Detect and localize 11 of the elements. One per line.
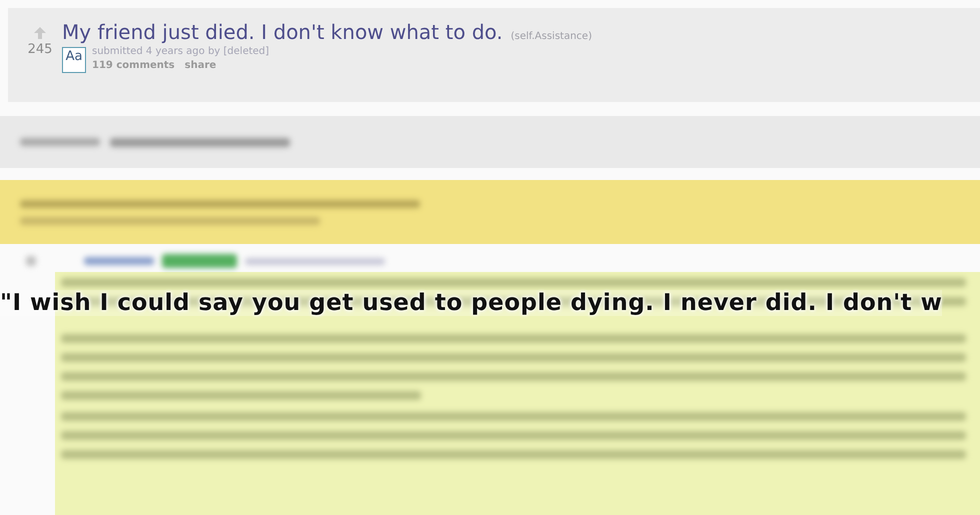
post-link[interactable]: share	[184, 60, 216, 71]
self-post-thumbnail[interactable]: Aa	[62, 47, 86, 73]
post-domain[interactable]: (self.Assistance)	[510, 31, 592, 42]
blurred-username	[84, 257, 154, 265]
caption-text: "I wish I could say you get used to people dying. I never did. I don't w	[0, 290, 942, 316]
upvote-arrow-icon[interactable]	[33, 26, 47, 40]
score: 245	[28, 42, 52, 57]
post-tagline: submitted 4 years ago by [deleted]	[92, 46, 270, 57]
blurred-vote-icon	[26, 256, 36, 266]
post-link[interactable]: 119 comments	[92, 60, 175, 71]
post-title[interactable]: My friend just died. I don't know what to do.	[62, 20, 503, 44]
